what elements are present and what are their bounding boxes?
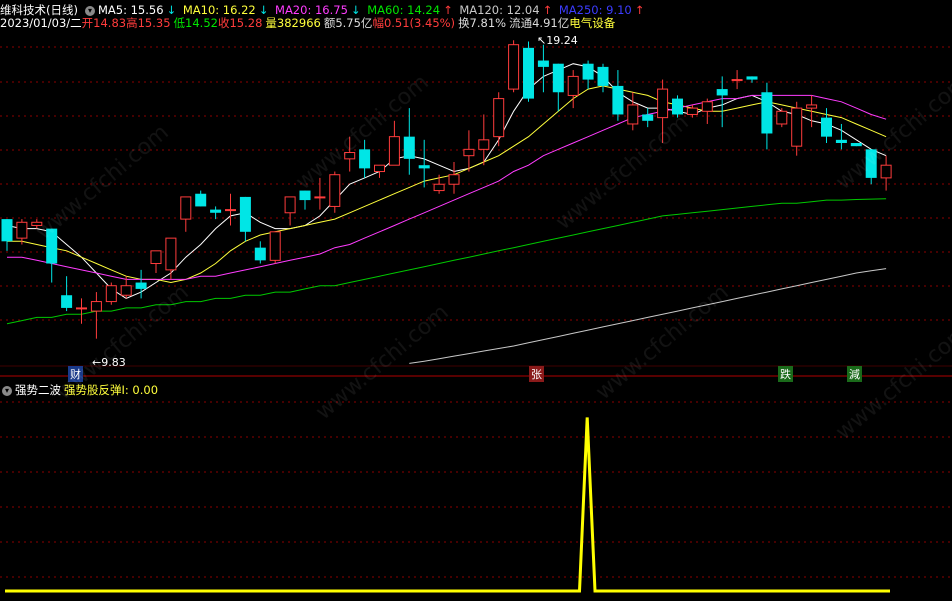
- candle-body-up: [627, 104, 639, 125]
- indicator-header: ▾ 强势二波 强势股反弹I: 0.00: [0, 382, 161, 398]
- candle-body-up: [478, 139, 490, 150]
- candle-body-up: [388, 136, 400, 166]
- indicator-line: [5, 417, 890, 593]
- candle-body-down: [865, 149, 877, 178]
- candle-body-up: [448, 174, 460, 185]
- candle-body-down: [210, 209, 222, 213]
- candle-body-up: [791, 107, 803, 147]
- candle-body-up: [776, 110, 788, 125]
- candle-body-up: [105, 285, 117, 303]
- candle-body-up: [567, 75, 579, 96]
- candle-body-up: [16, 221, 28, 239]
- candle-body-up: [269, 231, 281, 261]
- candle-body-down: [195, 193, 207, 207]
- candle-body-up: [657, 88, 669, 119]
- candle-body-up: [180, 196, 192, 220]
- marker-die[interactable]: 跌: [778, 366, 793, 382]
- candle-body-up: [314, 196, 326, 199]
- indicator-title[interactable]: 强势二波: [15, 383, 61, 397]
- candle-body-up: [880, 164, 892, 179]
- candle-body-down: [61, 295, 73, 308]
- marker-cai[interactable]: 财: [68, 366, 83, 382]
- candle-body-up: [433, 183, 445, 192]
- candle-body-up: [76, 307, 87, 310]
- candle-body-up: [493, 98, 505, 138]
- candle-body-down: [523, 47, 534, 99]
- candle-body-down: [642, 114, 654, 121]
- candle-body-down: [835, 139, 847, 143]
- candle-body-up: [120, 285, 132, 296]
- indicator-dropdown-icon[interactable]: ▾: [2, 385, 12, 396]
- low-annotation: ←9.83: [92, 356, 126, 369]
- candle-body-down: [135, 282, 147, 289]
- candle-body-down: [537, 60, 549, 67]
- candle-body-up: [686, 107, 698, 115]
- kline-chart[interactable]: [0, 0, 952, 601]
- candle-body-up: [344, 152, 356, 160]
- candle-body-up: [165, 237, 177, 271]
- candle-body-down: [761, 92, 773, 134]
- candle-body-down: [418, 165, 430, 169]
- candle-body-down: [239, 196, 251, 232]
- candle-body-down: [612, 85, 624, 115]
- candle-body-up: [508, 44, 520, 90]
- candle-body-down: [403, 136, 415, 159]
- candle-body-up: [90, 301, 102, 312]
- candle-body-down: [672, 98, 683, 115]
- candle-body-up: [701, 101, 713, 112]
- candle-body-down: [552, 63, 564, 93]
- marker-jian[interactable]: 減: [847, 366, 862, 382]
- candle-body-up: [463, 148, 475, 157]
- candle-body-down: [299, 190, 311, 201]
- candle-body-up: [806, 104, 818, 109]
- ma-line-ma120: [409, 268, 887, 364]
- candle-body-down: [254, 247, 266, 261]
- marker-zhang[interactable]: 张: [529, 366, 544, 382]
- ma-line-ma5: [6, 63, 887, 299]
- candle-body-up: [225, 209, 236, 212]
- candle-body-up: [731, 79, 743, 82]
- candle-body-down: [1, 219, 13, 242]
- candle-body-down: [746, 76, 758, 80]
- candle-body-up: [374, 164, 385, 173]
- candle-body-down: [821, 117, 832, 137]
- indicator-series-label: 强势股反弹I: 0.00: [64, 383, 159, 397]
- candle-body-down: [582, 63, 594, 80]
- candle-body-up: [329, 174, 341, 207]
- candle-body-down: [359, 149, 371, 169]
- high-annotation: ↖19.24: [537, 34, 578, 47]
- candle-body-down: [716, 89, 728, 96]
- candle-body-up: [31, 221, 43, 226]
- candle-body-down: [850, 143, 862, 147]
- candle-body-up: [150, 250, 162, 265]
- candle-body-down: [46, 228, 58, 264]
- candle-body-up: [284, 196, 296, 214]
- candle-body-down: [597, 66, 609, 86]
